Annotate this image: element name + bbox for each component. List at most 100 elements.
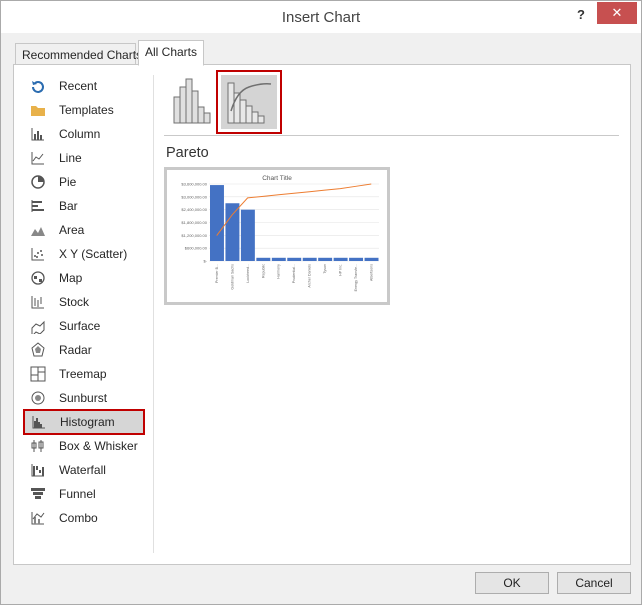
sidebar-item-column[interactable]: Column bbox=[24, 123, 148, 145]
x-tick-label: Albertsons bbox=[369, 264, 373, 281]
sidebar-item-label: Line bbox=[59, 151, 82, 165]
sidebar-item-templates[interactable]: Templates bbox=[24, 99, 148, 121]
pareto-subtype-thumbnail[interactable] bbox=[216, 70, 282, 134]
bar bbox=[333, 257, 348, 261]
sidebar-item-label: Recent bbox=[59, 79, 98, 93]
histogram-subtype-thumbnail[interactable] bbox=[166, 73, 216, 129]
bar bbox=[364, 257, 379, 261]
histogram-chart-icon bbox=[31, 414, 47, 430]
sidebar-item-label: Sunburst bbox=[59, 391, 108, 405]
pie-chart-icon bbox=[30, 174, 46, 190]
sidebar-item-area[interactable]: Area bbox=[24, 219, 148, 241]
y-tick-label: $3,000,000.00 bbox=[181, 194, 207, 199]
y-tick-label: $1,200,000.00 bbox=[181, 233, 207, 238]
sidebar-item-label: Treemap bbox=[59, 367, 107, 381]
insert-chart-dialog: Insert Chart ? ✕ Recommended Charts All … bbox=[0, 0, 642, 605]
sidebar-item-radar[interactable]: Radar bbox=[24, 339, 148, 361]
x-tick-label: Premier B... bbox=[215, 264, 219, 283]
combo-chart-icon bbox=[30, 510, 46, 526]
bar bbox=[210, 185, 224, 261]
sidebar-item-x-y-scatter[interactable]: X Y (Scatter) bbox=[24, 243, 148, 265]
sidebar-item-funnel[interactable]: Funnel bbox=[24, 483, 148, 505]
bar bbox=[302, 257, 317, 261]
sidebar-item-label: Surface bbox=[59, 319, 101, 333]
sidebar-item-label: Bar bbox=[59, 199, 78, 213]
bar bbox=[256, 257, 271, 261]
sidebar-item-label: Funnel bbox=[59, 487, 96, 501]
bar bbox=[225, 203, 240, 261]
x-tick-label: Republic bbox=[261, 264, 265, 278]
sidebar-item-label: Stock bbox=[59, 295, 90, 309]
bar bbox=[240, 209, 255, 261]
pareto-subtype-icon bbox=[227, 82, 272, 124]
x-tick-label: Archer Daniels bbox=[308, 264, 312, 288]
stock-chart-icon bbox=[30, 294, 46, 310]
sidebar-item-line[interactable]: Line bbox=[24, 147, 148, 169]
cancel-button[interactable]: Cancel bbox=[557, 572, 631, 594]
sidebar-item-sunburst[interactable]: Sunburst bbox=[24, 387, 148, 409]
treemap-chart-icon bbox=[30, 366, 46, 382]
sidebar-item-label: Pie bbox=[59, 175, 77, 189]
sidebar-item-label: Map bbox=[59, 271, 83, 285]
sidebar-item-waterfall[interactable]: Waterfall bbox=[24, 459, 148, 481]
selected-chart-name: Pareto bbox=[166, 145, 209, 161]
y-tick-label: $1,800,000.00 bbox=[181, 220, 207, 225]
sidebar-item-label: Combo bbox=[59, 511, 98, 525]
y-tick-label: $3,600,000.00 bbox=[181, 182, 207, 187]
close-button[interactable]: ✕ bbox=[597, 2, 637, 24]
sidebar-item-histogram[interactable]: Histogram bbox=[23, 409, 145, 435]
sidebar-item-combo[interactable]: Combo bbox=[24, 507, 148, 529]
x-tick-label: Lockheed... bbox=[246, 264, 250, 283]
divider bbox=[164, 135, 619, 136]
sidebar-item-label: Radar bbox=[59, 343, 92, 357]
sidebar-item-bar[interactable]: Bar bbox=[24, 195, 148, 217]
bar bbox=[349, 257, 364, 261]
sidebar-item-recent[interactable]: Recent bbox=[24, 75, 148, 97]
sidebar-item-label: Waterfall bbox=[59, 463, 106, 477]
chart-preview[interactable]: Chart Title $3,600,000.00 $3,000,000.00 $2,… bbox=[164, 167, 390, 305]
area-chart-icon bbox=[30, 222, 46, 238]
recent-icon bbox=[30, 78, 46, 94]
x-tick-label: Harmony bbox=[277, 264, 281, 279]
divider bbox=[153, 75, 154, 553]
sidebar-item-label: Box & Whisker bbox=[59, 439, 138, 453]
pareto-preview-chart: Chart Title $3,600,000.00 $3,000,000.00 $2,… bbox=[181, 175, 379, 291]
scatter-chart-icon bbox=[30, 246, 46, 262]
help-button[interactable]: ? bbox=[571, 6, 591, 26]
bar bbox=[271, 257, 286, 261]
line-chart-icon bbox=[30, 150, 46, 166]
x-tick-label: Tyson bbox=[323, 264, 327, 274]
sidebar-item-label: Templates bbox=[59, 103, 114, 117]
bar bbox=[287, 257, 302, 261]
tab-recommended-charts[interactable]: Recommended Charts bbox=[15, 43, 142, 65]
sidebar-item-label: Histogram bbox=[60, 415, 115, 429]
title-bar: Insert Chart ? ✕ bbox=[1, 1, 641, 33]
y-tick-label: $600,000.00 bbox=[185, 246, 208, 251]
funnel-chart-icon bbox=[30, 486, 46, 502]
sidebar-item-box-whisker[interactable]: Box & Whisker bbox=[24, 435, 148, 457]
all-charts-panel: Recent Templates Column Line Pie Bar Area X Y (… bbox=[13, 64, 631, 565]
sidebar-item-map[interactable]: Map bbox=[24, 267, 148, 289]
sidebar-item-label: Area bbox=[59, 223, 85, 237]
x-tick-label: HP Inc. bbox=[339, 264, 343, 276]
bar bbox=[318, 257, 333, 261]
ok-button[interactable]: OK bbox=[475, 572, 549, 594]
x-tick-label: Prudential... bbox=[292, 264, 296, 283]
tab-all-charts[interactable]: All Charts bbox=[138, 40, 204, 66]
sidebar-item-label: X Y (Scatter) bbox=[59, 247, 128, 261]
sidebar-item-stock[interactable]: Stock bbox=[24, 291, 148, 313]
histogram-subtype-icon bbox=[173, 78, 211, 124]
box-whisker-chart-icon bbox=[30, 438, 46, 454]
sidebar-item-surface[interactable]: Surface bbox=[24, 315, 148, 338]
y-tick-label: $- bbox=[203, 259, 207, 264]
radar-chart-icon bbox=[30, 342, 46, 358]
chart-title: Chart Title bbox=[262, 175, 292, 182]
surface-chart-icon bbox=[30, 318, 46, 338]
waterfall-chart-icon bbox=[30, 462, 46, 478]
sidebar-item-treemap[interactable]: Treemap bbox=[24, 363, 148, 385]
column-chart-icon bbox=[30, 126, 46, 142]
dialog-title: Insert Chart bbox=[281, 9, 361, 26]
sidebar-item-label: Column bbox=[59, 127, 101, 141]
y-tick-label: $2,400,000.00 bbox=[181, 207, 207, 212]
sidebar-item-pie[interactable]: Pie bbox=[24, 171, 148, 193]
